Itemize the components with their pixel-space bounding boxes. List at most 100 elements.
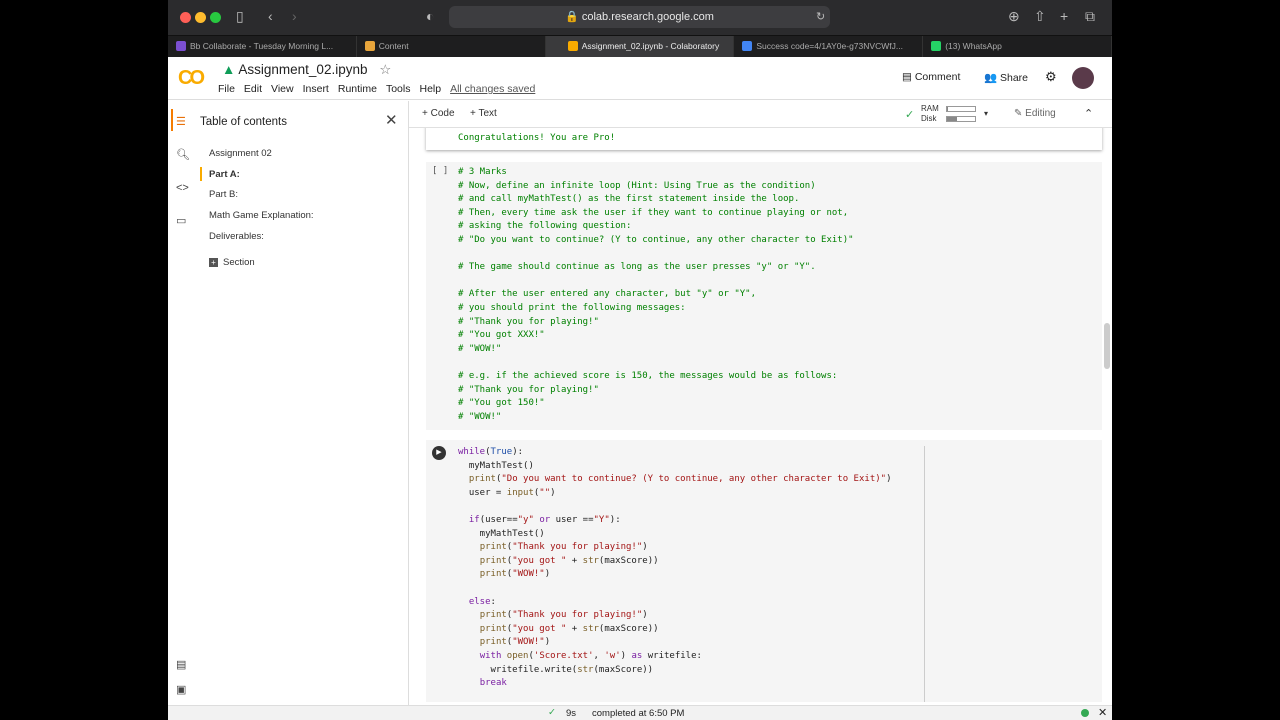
code-line: while(True): — [458, 447, 524, 457]
add-text-button[interactable]: + Text — [470, 108, 497, 119]
browser-tab[interactable]: Content — [357, 36, 546, 57]
sidebar-toggle-icon[interactable]: ▯ — [236, 8, 244, 25]
browser-window: ▯ ‹ › ◐ 🔒 colab.research.google.com ↻ ⊕ … — [168, 0, 1112, 720]
browser-tab[interactable]: Bb Collaborate - Tuesday Morning L... — [168, 36, 357, 57]
disk-bar — [946, 116, 976, 122]
code-token: True — [490, 447, 513, 457]
colab-logo[interactable]: CO — [178, 67, 205, 90]
code-token: str — [582, 623, 599, 634]
code-token: str — [577, 664, 594, 675]
browser-tab[interactable]: Assignment_02.ipynb - Colaboratory — [545, 36, 735, 57]
code-token: 'Score.txt' — [533, 650, 594, 661]
status-bar: ✓ 9s completed at 6:50 PM ✕ — [168, 705, 1112, 720]
forward-icon[interactable]: › — [292, 8, 297, 24]
toc-icon[interactable]: ☰ — [176, 115, 186, 128]
code-cell[interactable]: ▶ while(True): myMathTest() print("Do yo… — [426, 440, 1102, 702]
search-icon[interactable]: 🔍︎ — [176, 148, 190, 161]
run-duration: 9s — [566, 708, 577, 719]
menu-runtime[interactable]: Runtime — [338, 83, 377, 95]
tab-label: Success code=4/1AY0e-g73NVCWfJ... — [756, 41, 903, 51]
share-label: Share — [1000, 72, 1029, 84]
run-cell-button[interactable]: ▶ — [432, 446, 446, 460]
menu-insert[interactable]: Insert — [303, 83, 329, 95]
resources-indicator[interactable]: ✓ RAM Disk ▾ — [903, 103, 993, 125]
menu-edit[interactable]: Edit — [244, 83, 262, 95]
add-code-button[interactable]: + Code — [422, 108, 455, 119]
share-icon[interactable]: ⇧ — [1034, 8, 1046, 25]
menu-file[interactable]: File — [218, 83, 235, 95]
code-line: break — [458, 677, 892, 691]
code-token: print — [479, 542, 507, 553]
code-token: "WOW!" — [512, 637, 545, 648]
section-label: Section — [223, 257, 255, 268]
comment-label: Comment — [914, 71, 961, 83]
close-status-icon[interactable]: ✕ — [1098, 706, 1107, 719]
shield-icon[interactable]: ◐ — [426, 8, 434, 24]
close-window-button[interactable] — [180, 12, 191, 23]
notebook-toolbar: + Code + Text ✓ RAM Disk ▾ ✎ Editing ⌃ — [409, 101, 1112, 128]
terminal-icon[interactable]: ▣ — [176, 683, 186, 696]
command-palette-icon[interactable]: ▤ — [176, 658, 186, 671]
menu-view[interactable]: View — [271, 83, 294, 95]
minimize-window-button[interactable] — [195, 12, 206, 23]
new-tab-icon[interactable]: + — [1060, 8, 1068, 24]
completion-status: completed at 6:50 PM — [592, 708, 685, 719]
dropdown-icon[interactable]: ▾ — [984, 109, 988, 118]
share-button[interactable]: 👥 Share — [984, 71, 1028, 84]
tab-favicon-icon — [567, 41, 578, 51]
reload-icon[interactable]: ↻ — [816, 10, 825, 23]
editing-mode-button[interactable]: ✎ Editing — [1014, 108, 1056, 119]
code-token: print — [479, 555, 507, 566]
ruler-line — [924, 446, 925, 702]
scrollbar[interactable] — [1104, 323, 1110, 369]
code-snippets-icon[interactable]: <> — [176, 182, 189, 194]
code-token: print — [479, 623, 507, 634]
add-section-button[interactable]: + Section — [209, 257, 255, 268]
close-icon[interactable]: ✕ — [385, 111, 398, 129]
back-icon[interactable]: ‹ — [268, 8, 273, 24]
people-icon: 👥 — [984, 72, 998, 84]
code-line: print("Thank you for playing!") — [479, 542, 648, 553]
code-token: if — [468, 514, 480, 525]
toc-item[interactable]: Part A: — [200, 166, 240, 181]
code-line: # "Thank you for playing!" — [458, 316, 599, 327]
code-line: else: — [468, 596, 496, 607]
gear-icon[interactable]: ⚙ — [1045, 69, 1057, 85]
code-line: print("WOW!") — [479, 637, 551, 648]
notebook-area: Enter your answer: 1 20Congratulations! … — [410, 128, 1112, 705]
maximize-window-button[interactable] — [210, 12, 221, 23]
folder-icon[interactable]: ▭ — [176, 214, 186, 227]
editing-label: Editing — [1025, 108, 1056, 119]
address-bar[interactable]: 🔒 colab.research.google.com — [449, 6, 830, 28]
avatar[interactable] — [1072, 67, 1094, 89]
browser-tab[interactable]: (13) WhatsApp — [923, 36, 1112, 57]
tab-label: Bb Collaborate - Tuesday Morning L... — [190, 41, 334, 51]
code-line: if(user=="y" or user =="Y"): — [468, 514, 621, 525]
code-token: while — [458, 447, 486, 457]
toc-item[interactable]: Deliverables: — [209, 231, 264, 242]
ram-bar — [946, 106, 976, 112]
menu-help[interactable]: Help — [419, 83, 441, 95]
code-token: 'w' — [604, 650, 621, 661]
notebook-title[interactable]: ▲ Assignment_02.ipynb ☆ — [222, 62, 391, 78]
save-status-link[interactable]: All changes saved — [450, 83, 535, 95]
code-token: str — [582, 555, 599, 566]
code-token: "Thank you for playing!" — [512, 542, 643, 553]
browser-tab[interactable]: Success code=4/1AY0e-g73NVCWfJ... — [734, 36, 924, 57]
code-line: # "Thank you for playing!" — [458, 384, 599, 395]
toc-item[interactable]: Math Game Explanation: — [209, 210, 314, 221]
code-token: or — [539, 514, 551, 525]
download-icon[interactable]: ⊕ — [1008, 8, 1020, 25]
star-icon[interactable]: ☆ — [379, 62, 391, 77]
menu-tools[interactable]: Tools — [386, 83, 411, 95]
toc-item[interactable]: Assignment 02 — [209, 148, 272, 159]
code-line: with open('Score.txt', 'w') as writefile… — [479, 650, 702, 661]
comment-code-cell[interactable]: [ ] # 3 Marks # Now, define an infinite l… — [426, 162, 1102, 430]
comment-button[interactable]: ▤ Comment — [902, 71, 960, 83]
collapse-header-icon[interactable]: ⌃ — [1084, 107, 1093, 120]
toc-item[interactable]: Part B: — [209, 189, 238, 200]
tabs-overview-icon[interactable]: ⧉ — [1085, 8, 1095, 25]
code-line: print("Thank you for playing!") — [479, 610, 648, 621]
